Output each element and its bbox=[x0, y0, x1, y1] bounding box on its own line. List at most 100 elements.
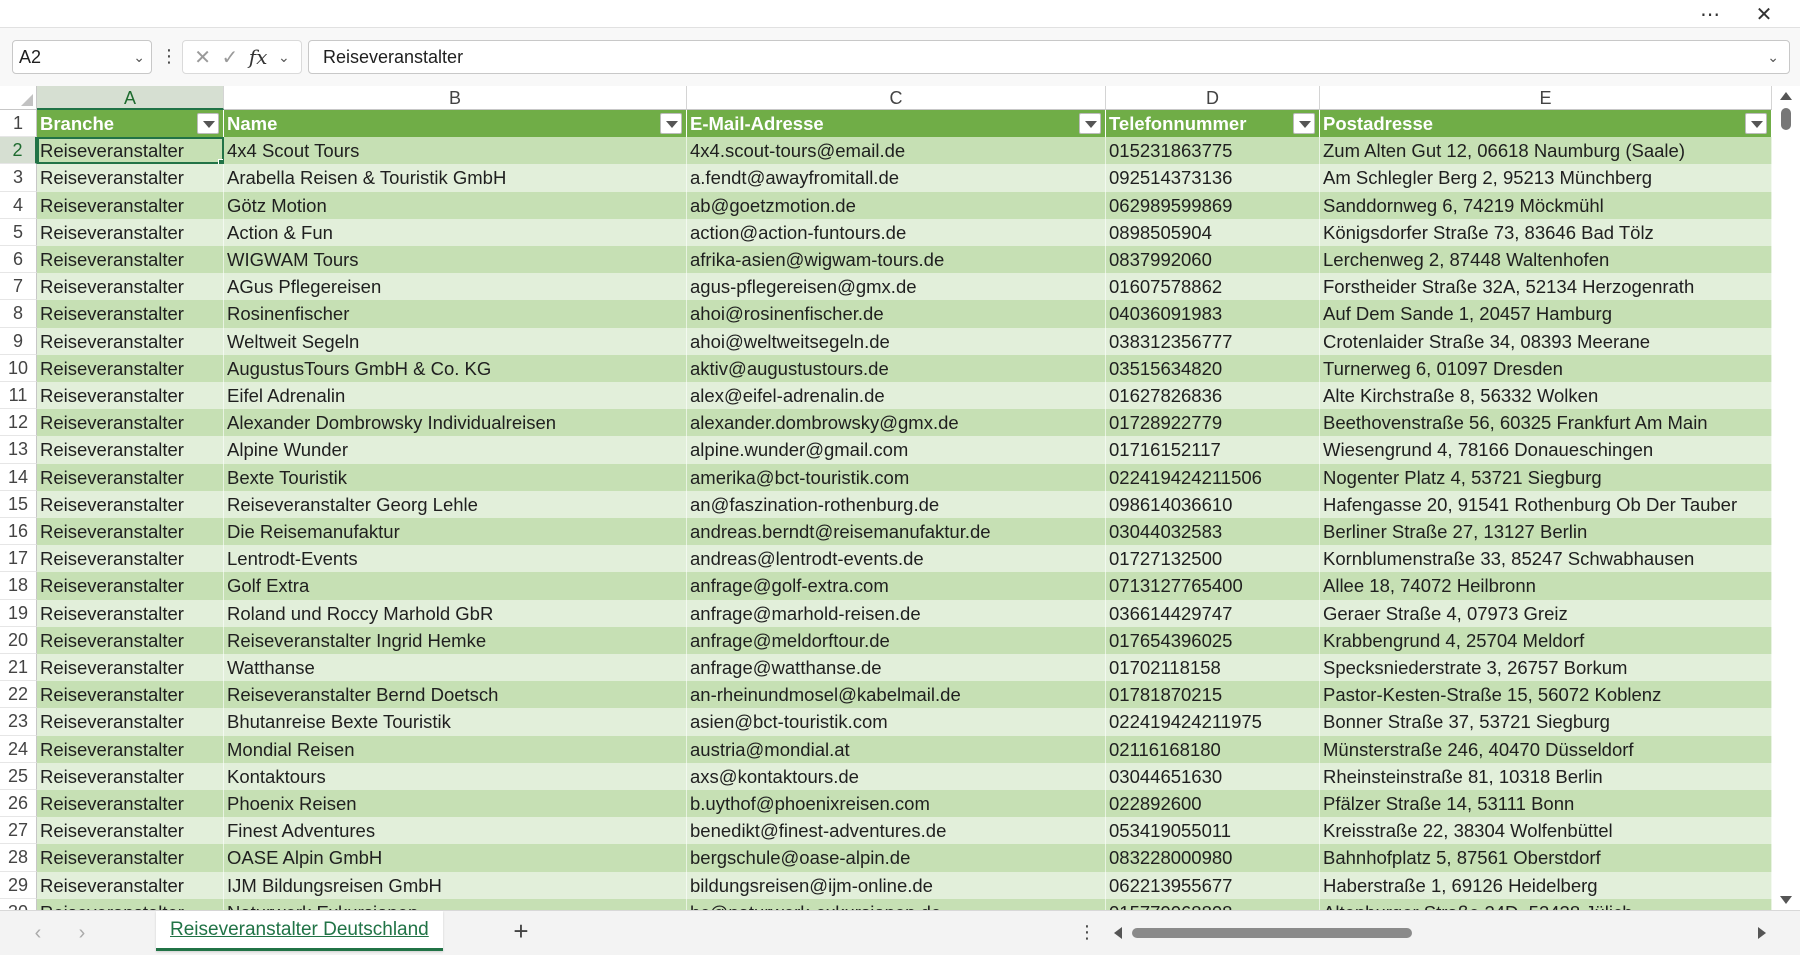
cell-telefon[interactable]: 022892600 bbox=[1106, 790, 1320, 818]
cell-email[interactable]: andreas@lentrodt-events.de bbox=[687, 545, 1106, 573]
cell-email[interactable]: anfrage@marhold-reisen.de bbox=[687, 599, 1106, 627]
cell-email[interactable]: alex@eifel-adrenalin.de bbox=[687, 382, 1106, 410]
cell-telefon[interactable]: 01728922779 bbox=[1106, 409, 1320, 437]
cell-name[interactable]: Rosinenfischer bbox=[224, 300, 687, 328]
cell-postadresse[interactable]: Sanddornweg 6, 74219 Möckmühl bbox=[1320, 191, 1772, 219]
row-number[interactable]: 6 bbox=[0, 246, 37, 274]
cell-branche[interactable]: Reiseveranstalter bbox=[37, 599, 224, 627]
cell-name[interactable]: Weltweit Segeln bbox=[224, 327, 687, 355]
cell-name[interactable]: Alpine Wunder bbox=[224, 436, 687, 464]
cell-name[interactable]: Kontaktours bbox=[224, 762, 687, 790]
cell-telefon[interactable]: 0713127765400 bbox=[1106, 572, 1320, 600]
scroll-left-icon[interactable] bbox=[1114, 927, 1122, 939]
cell-telefon[interactable]: 04036091983 bbox=[1106, 300, 1320, 328]
cell-branche[interactable]: Reiseveranstalter bbox=[37, 817, 224, 845]
row-number[interactable]: 4 bbox=[0, 191, 37, 219]
row-number[interactable]: 8 bbox=[0, 300, 37, 328]
confirm-icon[interactable]: ✓ bbox=[222, 45, 239, 70]
cell-email[interactable]: anfrage@meldorftour.de bbox=[687, 626, 1106, 654]
cell-postadresse[interactable]: Specksniederstrate 3, 26757 Borkum bbox=[1320, 654, 1772, 682]
cell-telefon[interactable]: 022419424211506 bbox=[1106, 463, 1320, 491]
column-header-e[interactable]: E bbox=[1320, 86, 1772, 110]
header-cell-telefon[interactable]: Telefonnummer bbox=[1106, 110, 1320, 138]
cell-postadresse[interactable]: Alte Kirchstraße 8, 56332 Wolken bbox=[1320, 382, 1772, 410]
cell-branche[interactable]: Reiseveranstalter bbox=[37, 572, 224, 600]
cell-name[interactable]: Reiseveranstalter Ingrid Hemke bbox=[224, 626, 687, 654]
row-number[interactable]: 22 bbox=[0, 681, 37, 709]
cell-email[interactable]: agus-pflegereisen@gmx.de bbox=[687, 273, 1106, 301]
cell-branche[interactable]: Reiseveranstalter bbox=[37, 436, 224, 464]
cell-postadresse[interactable]: Zum Alten Gut 12, 06618 Naumburg (Saale) bbox=[1320, 137, 1772, 165]
cell-name[interactable]: AugustusTours GmbH & Co. KG bbox=[224, 354, 687, 382]
cell-email[interactable]: bildungsreisen@ijm-online.de bbox=[687, 871, 1106, 899]
cell-branche[interactable]: Reiseveranstalter bbox=[37, 844, 224, 872]
cell-email[interactable]: aktiv@augustustours.de bbox=[687, 354, 1106, 382]
cell-name[interactable]: Action & Fun bbox=[224, 218, 687, 246]
column-header-a[interactable]: A bbox=[37, 86, 224, 110]
row-number[interactable]: 5 bbox=[0, 218, 37, 246]
cell-name[interactable]: 4x4 Scout Tours bbox=[224, 137, 687, 165]
cell-postadresse[interactable]: Hafengasse 20, 91541 Rothenburg Ob Der T… bbox=[1320, 490, 1772, 518]
insert-function-icon[interactable]: fx bbox=[249, 45, 268, 69]
row-number[interactable]: 15 bbox=[0, 490, 37, 518]
cell-telefon[interactable]: 062989599869 bbox=[1106, 191, 1320, 219]
row-number[interactable]: 24 bbox=[0, 735, 37, 763]
horizontal-scrollbar[interactable] bbox=[1110, 923, 1770, 943]
vertical-scrollbar[interactable] bbox=[1772, 86, 1800, 910]
cell-telefon[interactable]: 02116168180 bbox=[1106, 735, 1320, 763]
formula-input[interactable]: Reiseveranstalter ⌄ bbox=[308, 40, 1790, 74]
cell-telefon[interactable]: 03515634820 bbox=[1106, 354, 1320, 382]
row-number[interactable]: 9 bbox=[0, 327, 37, 355]
cell-telefon[interactable]: 01607578862 bbox=[1106, 273, 1320, 301]
more-vertical-icon[interactable]: ⋮ bbox=[160, 40, 178, 74]
cell-name[interactable]: Die Reisemanufaktur bbox=[224, 518, 687, 546]
row-number[interactable]: 30 bbox=[0, 898, 37, 910]
row-number[interactable]: 21 bbox=[0, 654, 37, 682]
next-sheet-icon[interactable]: › bbox=[70, 921, 94, 945]
filter-dropdown-icon[interactable] bbox=[1079, 113, 1101, 134]
cell-postadresse[interactable]: Pfälzer Straße 14, 53111 Bonn bbox=[1320, 790, 1772, 818]
horizontal-scroll-thumb[interactable] bbox=[1132, 928, 1412, 938]
cell-postadresse[interactable]: Haberstraße 1, 69126 Heidelberg bbox=[1320, 871, 1772, 899]
cell-telefon[interactable]: 01702118158 bbox=[1106, 654, 1320, 682]
cell-email[interactable]: ab@goetzmotion.de bbox=[687, 191, 1106, 219]
cell-name[interactable]: WIGWAM Tours bbox=[224, 246, 687, 274]
cell-name[interactable]: Golf Extra bbox=[224, 572, 687, 600]
row-number[interactable]: 3 bbox=[0, 164, 37, 192]
cell-telefon[interactable]: 01727132500 bbox=[1106, 545, 1320, 573]
more-options-icon[interactable]: ⋯ bbox=[1690, 0, 1730, 28]
cell-email[interactable]: afrika-asien@wigwam-tours.de bbox=[687, 246, 1106, 274]
cell-branche[interactable]: Reiseveranstalter bbox=[37, 409, 224, 437]
cell-branche[interactable]: Reiseveranstalter bbox=[37, 898, 224, 910]
row-number[interactable]: 25 bbox=[0, 762, 37, 790]
cell-postadresse[interactable]: Berliner Straße 27, 13127 Berlin bbox=[1320, 518, 1772, 546]
row-number[interactable]: 12 bbox=[0, 409, 37, 437]
cell-email[interactable]: an@faszination-rothenburg.de bbox=[687, 490, 1106, 518]
row-number[interactable]: 27 bbox=[0, 817, 37, 845]
cell-branche[interactable]: Reiseveranstalter bbox=[37, 762, 224, 790]
cell-branche[interactable]: Reiseveranstalter bbox=[37, 382, 224, 410]
cell-postadresse[interactable]: Allee 18, 74072 Heilbronn bbox=[1320, 572, 1772, 600]
cell-email[interactable]: 4x4.scout-tours@email.de bbox=[687, 137, 1106, 165]
row-number[interactable]: 1 bbox=[0, 110, 37, 138]
cell-telefon[interactable]: 098614036610 bbox=[1106, 490, 1320, 518]
cell-name[interactable]: Eifel Adrenalin bbox=[224, 382, 687, 410]
cell-branche[interactable]: Reiseveranstalter bbox=[37, 300, 224, 328]
row-number[interactable]: 11 bbox=[0, 382, 37, 410]
header-cell-branche[interactable]: Branche bbox=[37, 110, 224, 138]
cell-name[interactable]: IJM Bildungsreisen GmbH bbox=[224, 871, 687, 899]
cell-branche[interactable]: Reiseveranstalter bbox=[37, 735, 224, 763]
row-number[interactable]: 20 bbox=[0, 626, 37, 654]
cell-email[interactable]: bc@naturwerk-exkursionen.de bbox=[687, 898, 1106, 910]
cell-postadresse[interactable]: Turnerweg 6, 01097 Dresden bbox=[1320, 354, 1772, 382]
row-number[interactable]: 23 bbox=[0, 708, 37, 736]
cell-telefon[interactable]: 038312356777 bbox=[1106, 327, 1320, 355]
column-header-b[interactable]: B bbox=[224, 86, 687, 110]
name-box[interactable]: A2 ⌄ bbox=[12, 40, 152, 74]
cell-name[interactable]: Mondial Reisen bbox=[224, 735, 687, 763]
cell-postadresse[interactable]: Rheinsteinstraße 81, 10318 Berlin bbox=[1320, 762, 1772, 790]
cell-branche[interactable]: Reiseveranstalter bbox=[37, 654, 224, 682]
cell-email[interactable]: benedikt@finest-adventures.de bbox=[687, 817, 1106, 845]
close-icon[interactable]: ✕ bbox=[1744, 0, 1784, 28]
cell-telefon[interactable]: 03044032583 bbox=[1106, 518, 1320, 546]
